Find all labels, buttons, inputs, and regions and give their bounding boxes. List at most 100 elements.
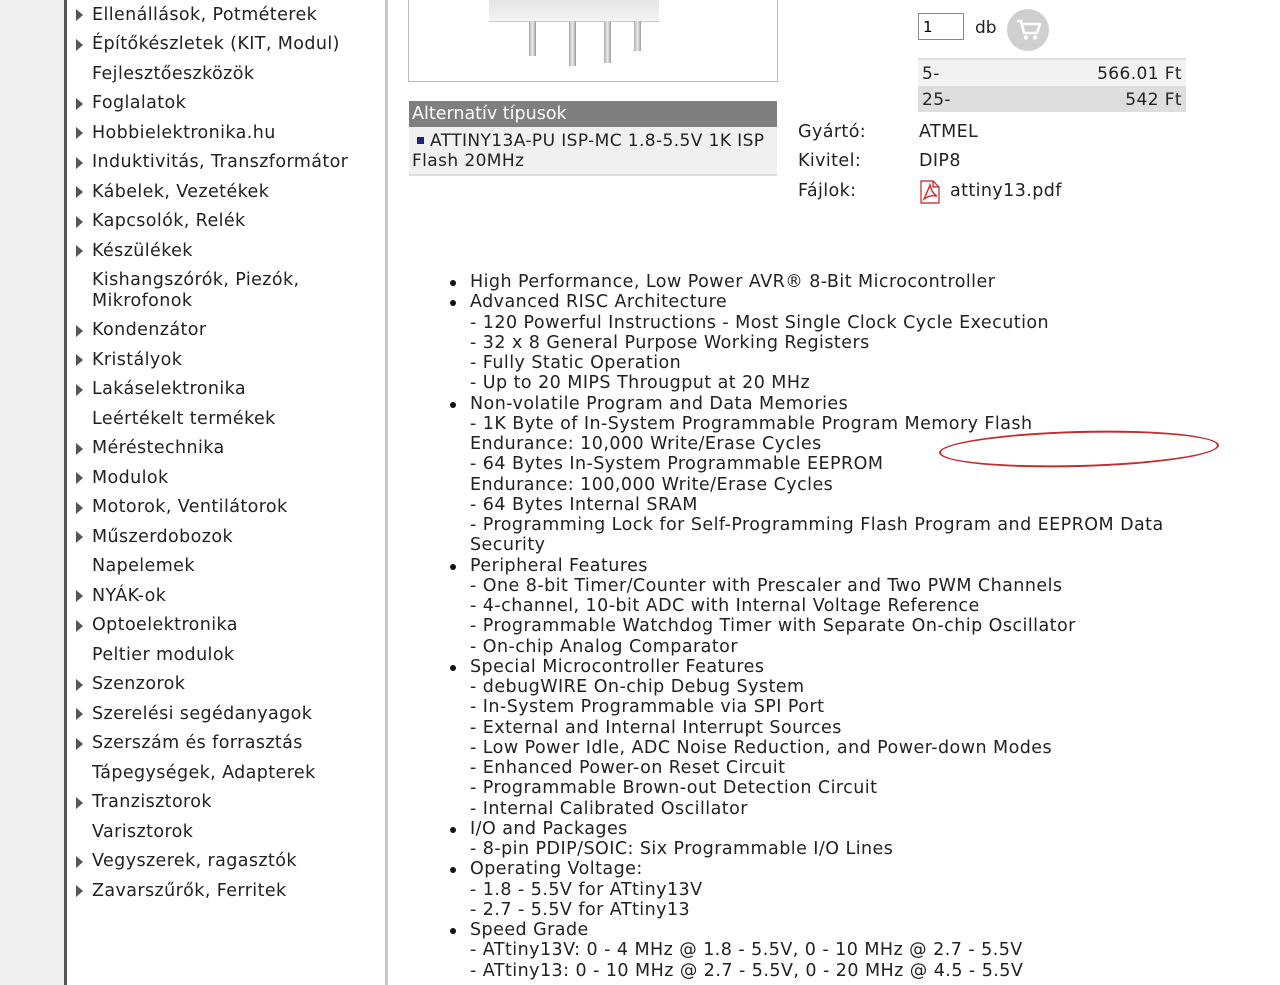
sidebar-item[interactable]: Szenzorok — [67, 670, 385, 700]
sidebar-item[interactable]: Lakáselektronika — [67, 375, 385, 405]
alternative-type-item[interactable]: ATTINY13A-PU ISP-MC 1.8-5.5V 1K ISP Flas… — [409, 127, 777, 176]
sidebar-item[interactable]: Hobbielektronika.hu — [67, 118, 385, 148]
chip-pin-image — [604, 21, 611, 63]
arrow-right-icon — [76, 619, 83, 632]
feature-detail: - 120 Powerful Instructions - Most Singl… — [470, 312, 1050, 333]
feature-item: Advanced RISC Architecture - 120 Powerful… — [438, 292, 1238, 393]
feature-title: Speed Grade — [470, 920, 589, 940]
sidebar-item-label: Hobbielektronika.hu — [92, 122, 276, 143]
sidebar-item[interactable]: Foglalatok — [67, 89, 385, 119]
sidebar-item[interactable]: Induktivitás, Transzformátor — [67, 148, 385, 178]
sidebar-item-label: Napelemek — [92, 556, 195, 576]
sidebar-item-label: Tápegységek, Adapterek — [92, 762, 316, 783]
feature-detail: - Up to 20 MIPS Througput at 20 MHz — [470, 373, 811, 394]
sidebar-item[interactable]: Kapcsolók, Relék — [67, 207, 385, 237]
arrow-right-icon — [76, 97, 83, 110]
price-table: 5- 566.01 Ft 25- 542 Ft — [918, 58, 1186, 112]
sidebar-item-label: Motorok, Ventilátorok — [92, 497, 288, 517]
arrow-right-icon — [76, 531, 83, 543]
feature-detail: - 64 Bytes Internal SRAM — [470, 494, 698, 515]
feature-detail: - Programmable Watchdog Timer with Separ… — [470, 616, 1076, 637]
sidebar-item[interactable]: Leértékelt termékek — [67, 404, 385, 434]
sidebar-item[interactable]: Kábelek, Vezetékek — [67, 177, 385, 207]
datasheet-link[interactable]: attiny13.pdf — [950, 181, 1062, 201]
sidebar-item-label: Kábelek, Vezetékek — [92, 181, 270, 202]
sidebar-item[interactable]: Tápegységek, Adapterek — [67, 758, 385, 788]
price-value: 566.01 Ft — [1097, 64, 1182, 84]
feature-detail: - Internal Calibrated Oscillator — [470, 798, 748, 819]
sidebar-item[interactable]: Tranzisztorok — [67, 788, 385, 818]
arrow-right-icon — [76, 737, 83, 750]
sidebar-item-label: Ellenállások, Potméterek — [92, 4, 318, 25]
sidebar-item-label: Lakáselektronika — [92, 379, 246, 399]
sidebar-item[interactable]: Szerszám és forrasztás — [67, 729, 385, 759]
feature-detail: - External and Internal Interrupt Source… — [470, 717, 842, 738]
arrow-right-icon — [76, 215, 83, 228]
sidebar-item[interactable]: Készülékek — [67, 236, 385, 266]
sidebar-item-label: Kishangszórók, Piezók, Mikrofonok — [92, 270, 300, 311]
arrow-right-icon — [76, 885, 83, 897]
sidebar-item-label: Méréstechnika — [92, 438, 225, 458]
chip-body-image — [489, 0, 659, 22]
pdf-file-icon — [920, 180, 940, 204]
quantity-input[interactable] — [918, 13, 964, 40]
feature-detail: - 1.8 - 5.5V for ATtiny13V — [470, 879, 703, 900]
sidebar-item-label: Optoelektronika — [92, 615, 238, 635]
sidebar-item[interactable]: Szerelési segédanyagok — [67, 699, 385, 729]
sidebar-item[interactable]: Optoelektronika — [67, 611, 385, 641]
sidebar-item[interactable]: Méréstechnika — [67, 434, 385, 464]
arrow-right-icon — [76, 442, 83, 455]
sidebar-item[interactable]: Kristályok — [67, 345, 385, 375]
feature-detail: - debugWIRE On-chip Debug System — [470, 677, 805, 697]
sidebar-item[interactable]: Műszerdobozok — [67, 522, 385, 552]
sidebar-item[interactable]: Zavarszűrők, Ferritek — [67, 876, 385, 906]
feature-detail: - Low Power Idle, ADC Noise Reduction, a… — [470, 737, 1053, 758]
alternative-types-box: Alternatív típusok ATTINY13A-PU ISP-MC 1… — [409, 101, 777, 176]
sidebar-item-label: Kristályok — [92, 349, 183, 370]
manufacturer-value: ATMEL — [919, 122, 979, 142]
sidebar-item[interactable]: Ellenállások, Potméterek — [67, 0, 385, 30]
feature-detail: - In-System Programmable via SPI Port — [470, 697, 825, 718]
feature-detail: - 32 x 8 General Purpose Working Registe… — [470, 332, 870, 353]
sidebar-item-label: Zavarszűrők, Ferritek — [92, 880, 287, 901]
sidebar-item-label: Építőkészletek (KIT, Modul) — [92, 34, 340, 54]
sidebar-item[interactable]: Modulok — [67, 463, 385, 493]
feature-detail: - 8-pin PDIP/SOIC: Six Programmable I/O … — [470, 839, 894, 859]
chip-pin-image — [569, 21, 576, 66]
arrow-right-icon — [76, 383, 83, 396]
price-quantity: 25- — [922, 90, 951, 110]
sidebar-item[interactable]: Kishangszórók, Piezók, Mikrofonok — [67, 266, 385, 316]
sidebar-item[interactable]: Kondenzátor — [67, 316, 385, 346]
arrow-right-icon — [76, 354, 83, 366]
add-to-cart-button[interactable] — [1007, 9, 1049, 51]
sidebar-item-label: Szenzorok — [92, 674, 186, 694]
feature-item: Operating Voltage: - 1.8 - 5.5V for ATtin… — [438, 859, 1238, 920]
sidebar-item[interactable]: Fejlesztőeszközök — [67, 59, 385, 89]
alternative-type-link[interactable]: ATTINY13A-PU ISP-MC 1.8-5.5V 1K ISP Flas… — [412, 131, 764, 171]
sidebar-item[interactable]: Motorok, Ventilátorok — [67, 493, 385, 523]
feature-detail: - Programming Lock for Self-Programming … — [470, 515, 1164, 556]
sidebar-item[interactable]: Építőkészletek (KIT, Modul) — [67, 30, 385, 60]
sidebar-item-label: Foglalatok — [92, 93, 187, 113]
sidebar-item[interactable]: Napelemek — [67, 552, 385, 582]
sidebar-item-label: Műszerdobozok — [92, 526, 234, 547]
feature-title: High Performance, Low Power AVR® 8-Bit M… — [470, 272, 996, 292]
arrow-right-icon — [76, 708, 83, 720]
feature-title: Operating Voltage: — [470, 859, 643, 880]
manufacturer-label: Gyártó: — [798, 122, 867, 142]
feature-detail: - Enhanced Power-on Reset Circuit — [470, 758, 786, 778]
sidebar-item[interactable]: Varisztorok — [67, 817, 385, 847]
sidebar-item-label: Szerelési segédanyagok — [92, 703, 313, 724]
sidebar-item-label: Kapcsolók, Relék — [92, 211, 246, 231]
sidebar-item[interactable]: Vegyszerek, ragasztók — [67, 847, 385, 877]
arrow-right-icon — [76, 472, 83, 484]
package-label: Kivitel: — [798, 151, 862, 171]
product-image — [408, 0, 778, 82]
sidebar-item[interactable]: Peltier modulok — [67, 640, 385, 670]
arrow-right-icon — [76, 38, 83, 51]
arrow-right-icon — [76, 245, 83, 257]
arrow-right-icon — [76, 796, 83, 809]
feature-item: Non-volatile Program and Data Memories - … — [438, 394, 1238, 556]
sidebar-item[interactable]: NYÁK-ok — [67, 581, 385, 611]
feature-title: Non-volatile Program and Data Memories — [470, 393, 849, 414]
